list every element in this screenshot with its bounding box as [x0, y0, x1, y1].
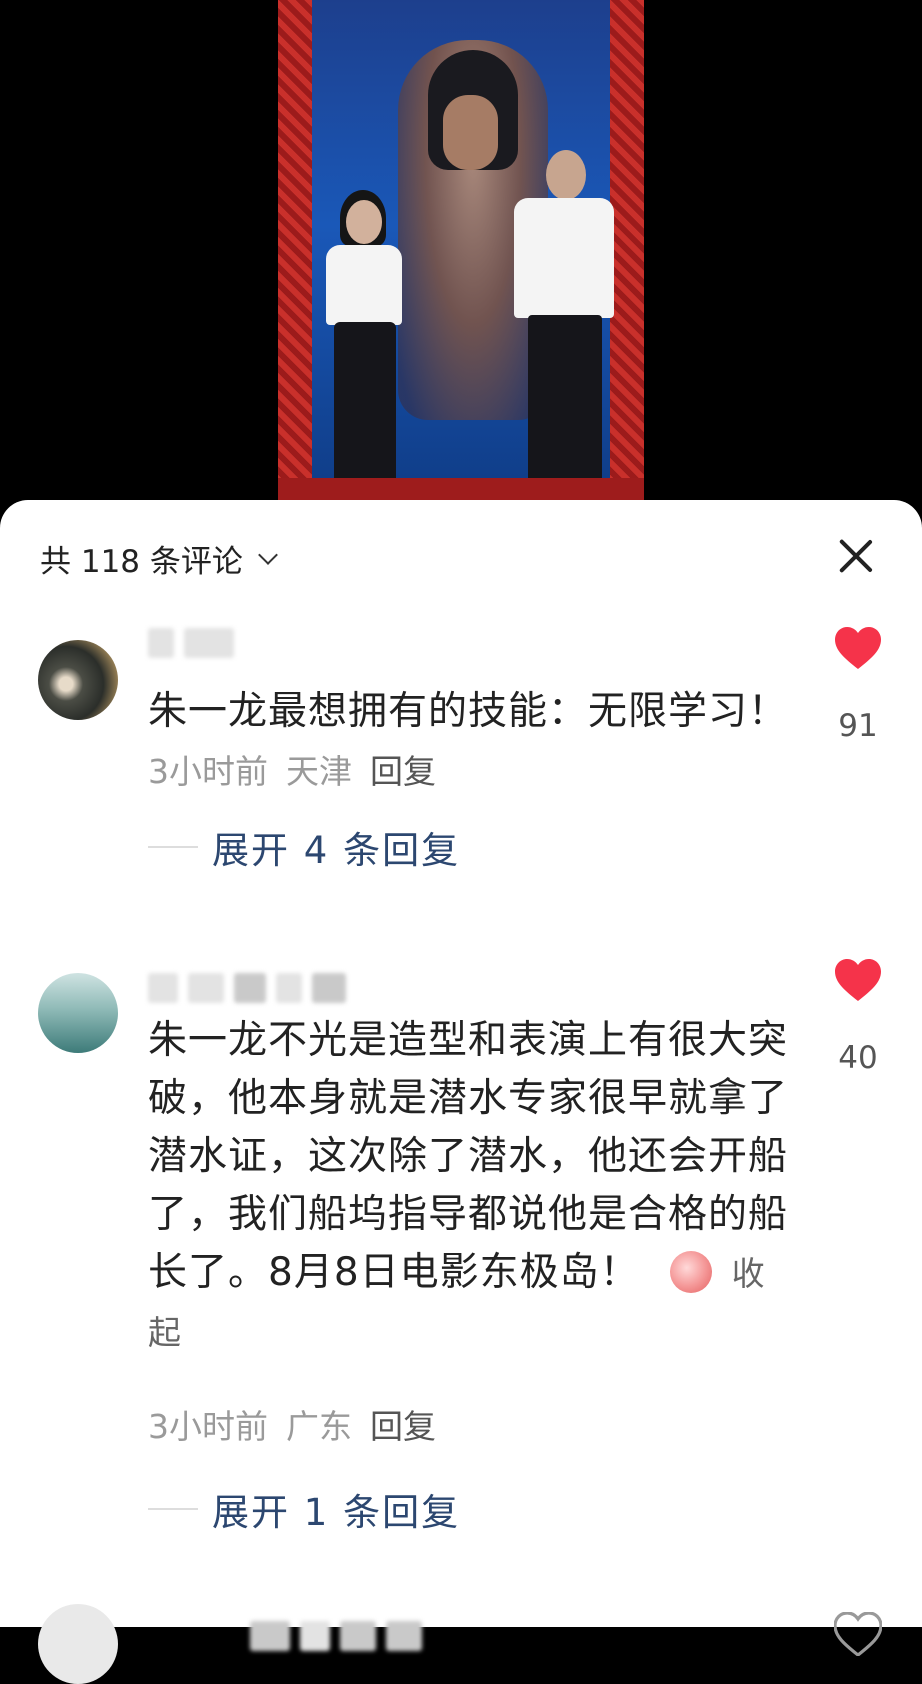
heart-icon[interactable] — [834, 626, 882, 670]
comment-count-label: 共 118 条评论 — [40, 544, 243, 580]
like-count: 91 — [838, 708, 878, 744]
video-player[interactable] — [0, 0, 922, 510]
comment-count-dropdown[interactable]: 共 118 条评论 — [40, 536, 278, 581]
username-redacted[interactable] — [250, 1618, 422, 1654]
emoji-icon — [669, 1251, 712, 1293]
username-redacted[interactable] — [148, 970, 346, 1006]
avatar[interactable] — [38, 973, 118, 1053]
speaker-woman — [318, 190, 408, 500]
divider — [148, 1508, 198, 1510]
speaker-man — [508, 150, 618, 500]
like-count: 40 — [838, 1040, 878, 1076]
comment-body: 朱一龙最想拥有的技能：无限学习！ 3小时前 天津 回复 — [148, 683, 788, 801]
divider — [148, 846, 198, 848]
avatar[interactable] — [38, 640, 118, 720]
poster-border-left — [278, 0, 312, 500]
comment-text: 朱一龙最想拥有的技能：无限学习！ — [148, 689, 789, 734]
heart-outline-icon[interactable] — [834, 1612, 882, 1656]
reply-button[interactable]: 回复 — [370, 1407, 436, 1446]
reply-button[interactable]: 回复 — [370, 752, 436, 791]
comment-meta: 3小时前 广东 回复 — [148, 1400, 454, 1448]
expand-replies-label: 展开 4 条回复 — [212, 829, 461, 872]
comment-body: 朱一龙不光是造型和表演上有很大突破，他本身就是潜水专家很早就拿了潜水证，这次除了… — [148, 1012, 788, 1362]
comment-time: 3小时前 — [148, 1407, 268, 1446]
expand-replies-label: 展开 1 条回复 — [212, 1491, 461, 1534]
heart-icon[interactable] — [834, 958, 882, 1002]
comment-sheet: 共 118 条评论 朱一龙最想拥有的技能：无限学习！ 3小时前 天津 回复 91 展… — [0, 500, 922, 1684]
expand-replies-button[interactable]: 展开 1 条回复 — [148, 1482, 460, 1536]
comment-location: 广东 — [286, 1407, 352, 1446]
chevron-down-icon — [257, 544, 278, 565]
username-redacted[interactable] — [148, 625, 234, 661]
poster-face — [443, 95, 498, 170]
video-frame[interactable] — [278, 0, 644, 500]
expand-replies-button[interactable]: 展开 4 条回复 — [148, 820, 460, 874]
stage — [278, 478, 644, 500]
comment-time: 3小时前 — [148, 752, 268, 791]
close-icon[interactable] — [836, 536, 876, 576]
comment-location: 天津 — [286, 752, 352, 791]
avatar[interactable] — [38, 1604, 118, 1684]
